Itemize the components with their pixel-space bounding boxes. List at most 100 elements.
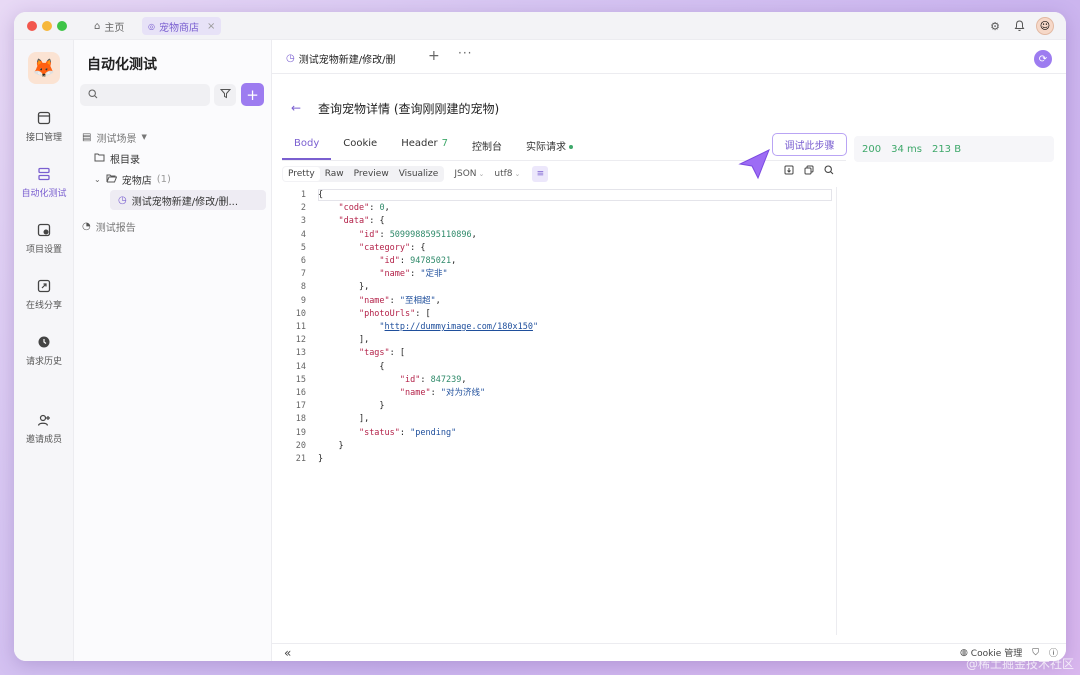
bottom-bar: « ◍ Cookie 管理 ⛉ ⓘ <box>272 643 1066 661</box>
page-header: ← 查询宠物详情 (查询刚刚建的宠物) <box>286 98 499 118</box>
api-icon <box>36 110 52 126</box>
view-toolbar: Pretty Raw Preview Visualize JSON ⌄ utf8 ⌄… <box>282 165 549 183</box>
search-input[interactable] <box>80 84 210 106</box>
rail-item-automation-label: 自动化测试 <box>21 189 67 199</box>
encoding-select-value: utf8 <box>494 169 513 179</box>
code-line: 14 { <box>295 361 385 372</box>
response-status: 200 34 ms 213 B <box>854 136 1054 162</box>
minimize-window-button[interactable] <box>42 21 52 31</box>
automation-icon <box>36 166 52 182</box>
rail-item-history-label: 请求历史 <box>25 357 62 367</box>
download-icon[interactable] <box>784 165 794 178</box>
maximize-window-button[interactable] <box>57 21 67 31</box>
response-size: 213 B <box>931 143 962 155</box>
tab-actual-request[interactable]: 实际请求 <box>514 132 585 160</box>
tab-console-label: 控制台 <box>472 142 502 153</box>
tree-test-scenes-label: 测试场景 <box>96 133 137 145</box>
tab-body[interactable]: Body <box>282 132 332 160</box>
home-icon: ⌂ <box>94 20 101 32</box>
main-panel: ◷ 测试宠物新建/修改/删 + ··· ⟳ ← 查询宠物详情 (查询刚刚建的宠物… <box>272 40 1066 661</box>
settings-icon <box>36 222 52 238</box>
tab-console[interactable]: 控制台 <box>460 132 514 160</box>
tree-test-scenes[interactable]: ▤ 测试场景 ▼ <box>82 127 147 147</box>
header-count-badge: 7 <box>441 138 448 149</box>
copy-icon[interactable] <box>804 165 814 178</box>
filter-icon <box>219 88 231 102</box>
tree-pet-store-count: (1) <box>156 173 171 185</box>
tab-test-case[interactable]: ◷ 测试宠物新建/修改/删 <box>278 46 404 72</box>
folder-open-icon <box>106 173 117 186</box>
add-button[interactable]: + <box>241 83 264 106</box>
code-line: 3 "data": { <box>300 216 385 227</box>
tab-header[interactable]: Header 7 <box>389 132 460 160</box>
tab-test-case-label: 测试宠物新建/修改/删 <box>298 54 396 66</box>
tree-pet-store-folder[interactable]: ⌄ 宠物店 (1) <box>94 169 171 189</box>
sync-icon[interactable]: ⟳ <box>1034 50 1052 68</box>
view-mode-segment: Pretty Raw Preview Visualize <box>282 166 445 182</box>
tab-pet-store-label: 宠物商店 <box>158 22 199 34</box>
test-case-icon: ◷ <box>118 194 127 206</box>
code-line: 16 "name": "对为济线" <box>295 388 486 398</box>
rail-item-settings[interactable]: 项目设置 <box>14 222 74 255</box>
code-line: 6 "id": 94785021, <box>300 256 457 266</box>
more-icon[interactable]: ··· <box>458 46 472 60</box>
response-time: 34 ms <box>891 143 922 155</box>
test-case-icon: ◷ <box>286 52 295 64</box>
view-pretty[interactable]: Pretty <box>283 167 320 181</box>
tree-test-reports[interactable]: ◔ 测试报告 <box>82 216 136 236</box>
mouse-pointer-icon <box>738 148 770 180</box>
tab-actual-request-label: 实际请求 <box>526 142 566 153</box>
user-avatar[interactable]: ☺ <box>1036 17 1054 35</box>
code-line: 11 "http://dummyimage.com/180x150" <box>295 322 539 332</box>
editor-tab-bar: ◷ 测试宠物新建/修改/删 + ··· ⟳ <box>272 40 1066 74</box>
tree-test-case-label: 测试宠物新建/修改/删... <box>131 196 239 208</box>
filter-button[interactable] <box>214 84 236 106</box>
code-line: 7 "name": "定非" <box>300 269 448 280</box>
code-line: 13 "tags": [ <box>295 348 406 359</box>
tab-cookie[interactable]: Cookie <box>331 132 389 160</box>
format-select-value: JSON <box>454 169 477 179</box>
view-visualize[interactable]: Visualize <box>394 167 444 181</box>
collapse-sidebar-icon[interactable]: « <box>284 646 291 660</box>
rail-item-history[interactable]: 请求历史 <box>14 334 74 367</box>
code-tools <box>784 165 834 178</box>
close-tab-icon[interactable]: × <box>207 21 215 32</box>
status-dot <box>569 145 573 149</box>
tab-home[interactable]: ⌂ 主页 <box>88 17 130 35</box>
debug-step-button[interactable]: 调试此步骤 <box>772 133 847 156</box>
format-select[interactable]: JSON ⌄ <box>454 169 484 179</box>
view-raw[interactable]: Raw <box>320 167 349 181</box>
watermark: @稀土掘金技术社区 <box>965 657 1074 671</box>
left-rail: 🦊 接口管理 自动化测试 项目设置 在线分享 请求历史 邀请成员 <box>14 40 74 661</box>
bell-icon[interactable] <box>1012 19 1026 33</box>
chevron-down-icon: ⌄ <box>514 170 521 178</box>
encoding-select[interactable]: utf8 ⌄ <box>494 169 520 179</box>
tab-pet-store[interactable]: ◎ 宠物商店 × <box>142 17 222 35</box>
tree-root-folder[interactable]: 根目录 <box>94 148 140 168</box>
chevron-down-icon: ⌄ <box>478 170 485 178</box>
view-preview[interactable]: Preview <box>349 167 394 181</box>
tab-cookie-label: Cookie <box>343 138 378 149</box>
tree-test-case[interactable]: ◷ 测试宠物新建/修改/删... <box>110 190 266 210</box>
code-line: 4 "id": 5099988595110896, <box>300 229 477 240</box>
code-line: 21} <box>295 454 324 464</box>
scenes-icon: ▤ <box>82 131 92 143</box>
json-code-viewer[interactable]: 1{2 "code": 0, 3 "data": {4 "id": 5099988… <box>282 187 836 635</box>
back-arrow-icon[interactable]: ← <box>286 98 306 118</box>
rail-item-api[interactable]: 接口管理 <box>14 110 74 143</box>
rail-item-automation[interactable]: 自动化测试 <box>14 166 74 199</box>
rail-item-share[interactable]: 在线分享 <box>14 278 74 311</box>
code-line: 9 "name": "至相超", <box>300 295 441 306</box>
rail-item-invite[interactable]: 邀请成员 <box>14 412 74 445</box>
gear-icon[interactable]: ⚙ <box>988 19 1002 33</box>
search-icon[interactable] <box>824 165 834 178</box>
code-line: 20 } <box>295 440 344 451</box>
close-window-button[interactable] <box>27 21 37 31</box>
app-window: ⌂ 主页 ◎ 宠物商店 × ⚙ ☺ 🦊 接口管理 自动化测试 项目设置 在线分享… <box>14 12 1066 661</box>
invite-icon <box>36 412 52 428</box>
sidebar-title: 自动化测试 <box>87 57 157 73</box>
new-tab-button[interactable]: + <box>428 48 440 64</box>
title-bar: ⌂ 主页 ◎ 宠物商店 × ⚙ ☺ <box>14 12 1066 40</box>
code-line: 2 "code": 0, <box>300 203 390 214</box>
wrap-lines-icon[interactable]: ≡ <box>532 166 549 182</box>
